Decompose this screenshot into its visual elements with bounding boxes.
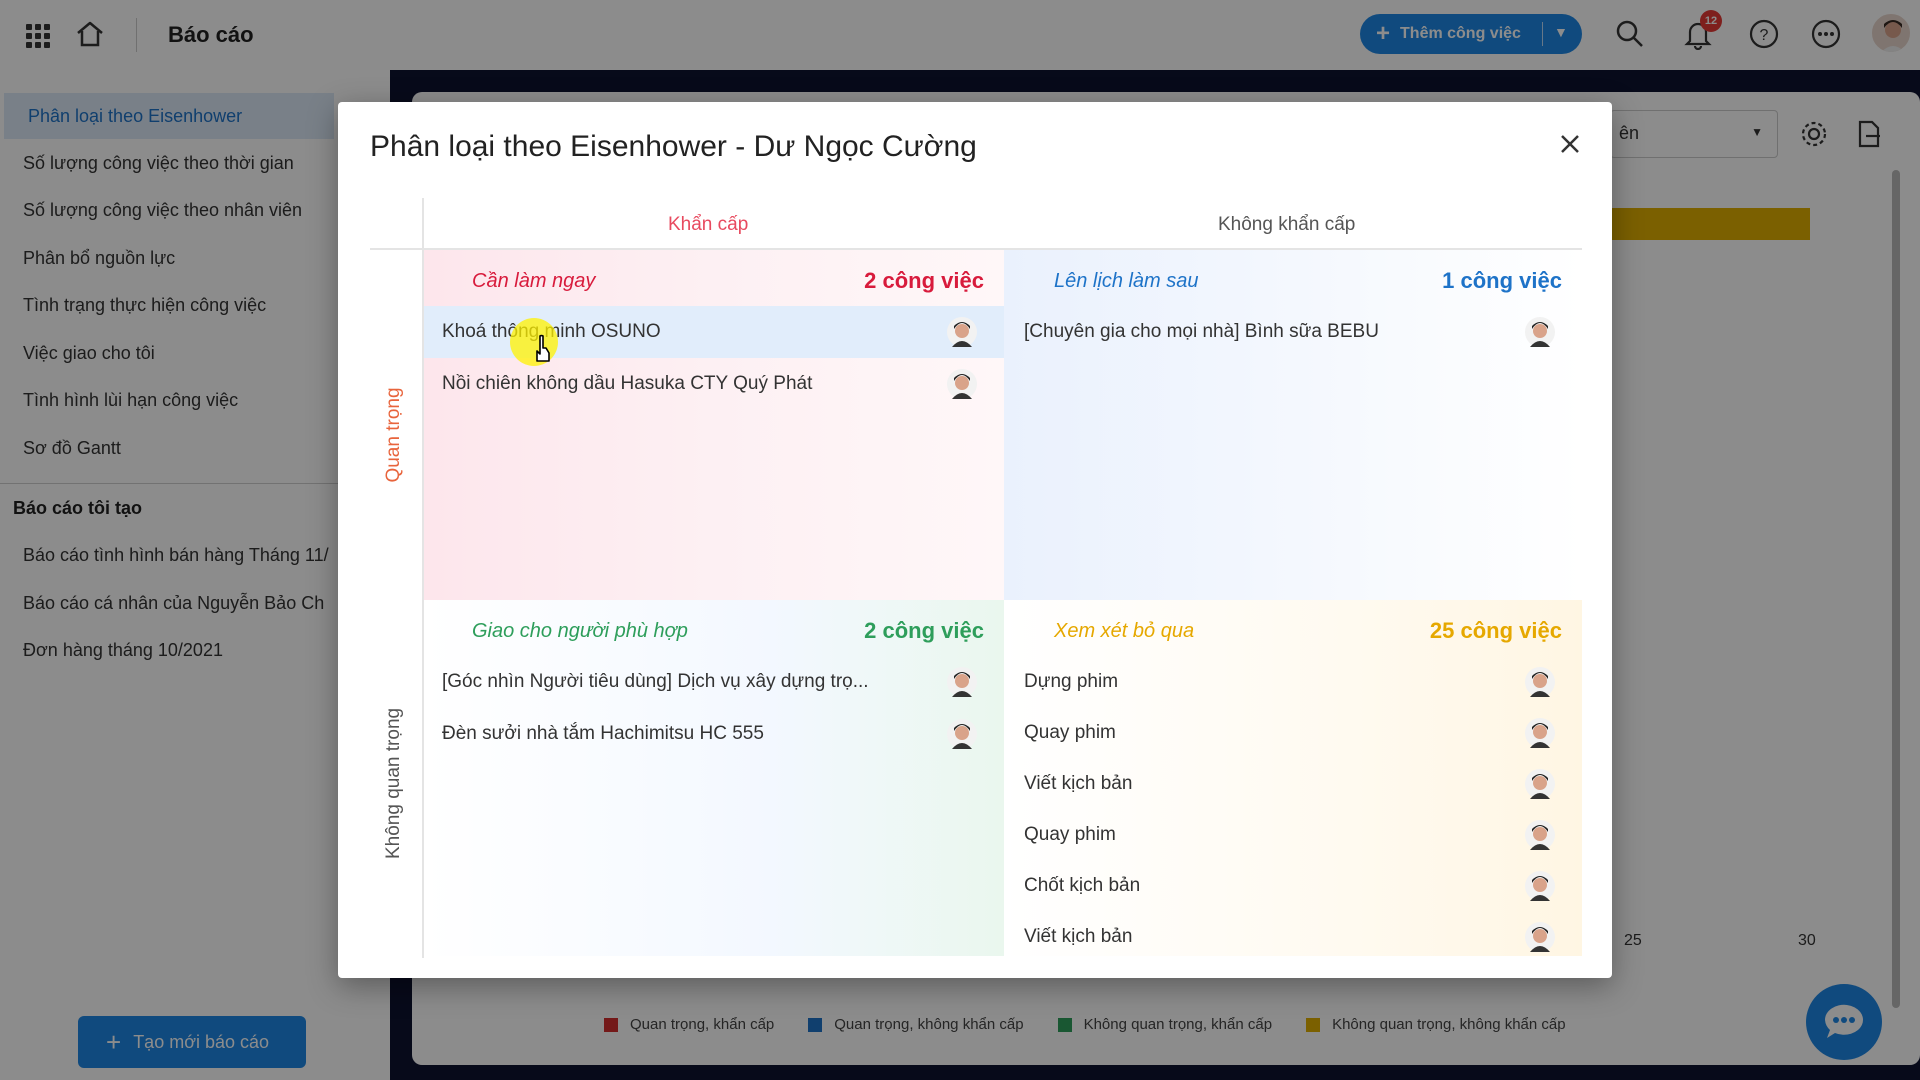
column-header-urgent: Khẩn cấp <box>668 214 749 235</box>
quadrant-schedule: Lên lịch làm sau 1 công việc [Chuyên gia… <box>1004 250 1582 600</box>
assignee-avatar <box>947 317 977 347</box>
quadrant-count: 2 công việc <box>864 268 984 293</box>
mouse-cursor-icon <box>510 318 558 366</box>
close-icon[interactable] <box>1554 128 1586 160</box>
task-item[interactable]: [Chuyên gia cho mọi nhà] Bình sữa BEBU <box>1004 306 1582 358</box>
assignee-avatar <box>1525 718 1555 748</box>
task-item[interactable]: Chốt kịch bản <box>1004 860 1582 912</box>
quadrant-delegate: Giao cho người phù hợp 2 công việc [Góc … <box>424 600 1004 956</box>
quadrant-name: Lên lịch làm sau <box>1054 270 1199 292</box>
task-item[interactable]: Dựng phim <box>1004 656 1582 708</box>
quadrant-count: 25 công việc <box>1429 618 1562 643</box>
assignee-avatar <box>947 369 977 399</box>
task-item[interactable]: Đèn sưởi nhà tắm Hachimitsu HC 555 <box>424 708 1004 760</box>
task-item[interactable]: Quay phim <box>1004 809 1582 861</box>
quadrant-count: 1 công việc <box>1442 268 1562 293</box>
quadrant-name: Xem xét bỏ qua <box>1054 620 1195 642</box>
assignee-avatar <box>947 667 977 697</box>
quadrant-eliminate: Xem xét bỏ qua 25 công việc Dựng phim Qu… <box>1004 600 1582 956</box>
assignee-avatar <box>1525 820 1555 850</box>
task-item[interactable]: [Góc nhìn Người tiêu dùng] Dịch vụ xây d… <box>424 656 1004 708</box>
task-title: [Góc nhìn Người tiêu dùng] Dịch vụ xây d… <box>442 671 869 692</box>
task-item[interactable]: Viết kịch bản <box>1004 911 1582 956</box>
assignee-avatar <box>1525 667 1555 697</box>
quadrant-count: 2 công việc <box>864 618 984 643</box>
row-header-not-important: Không quan trọng <box>383 707 404 859</box>
task-title: Đèn sưởi nhà tắm Hachimitsu HC 555 <box>442 723 764 744</box>
assignee-avatar <box>1525 922 1555 952</box>
column-header-not-urgent: Không khẩn cấp <box>1218 214 1356 235</box>
eisenhower-modal: Phân loại theo Eisenhower - Dư Ngọc Cườn… <box>338 102 1612 978</box>
assignee-avatar <box>947 719 977 749</box>
task-title: Nồi chiên không dầu Hasuka CTY Quý Phát <box>442 373 813 394</box>
task-title: Quay phim <box>1024 722 1116 743</box>
quadrant-name: Giao cho người phù hợp <box>472 620 688 642</box>
task-title: Dựng phim <box>1024 671 1119 692</box>
quadrant-name: Cần làm ngay <box>472 270 596 292</box>
task-title: Viết kịch bản <box>1024 926 1133 947</box>
quadrant-do-now: Cần làm ngay 2 công việc Khoá thông minh… <box>424 250 1004 600</box>
task-title: Chốt kịch bản <box>1024 875 1141 896</box>
task-item[interactable]: Quay phim <box>1004 707 1582 759</box>
assignee-avatar <box>1525 769 1555 799</box>
assignee-avatar <box>1525 317 1555 347</box>
task-title: [Chuyên gia cho mọi nhà] Bình sữa BEBU <box>1024 321 1379 342</box>
modal-title: Phân loại theo Eisenhower - Dư Ngọc Cườn… <box>370 130 977 163</box>
assignee-avatar <box>1525 871 1555 901</box>
task-title: Viết kịch bản <box>1024 773 1133 794</box>
task-title: Quay phim <box>1024 824 1116 845</box>
row-header-important: Quan trọng <box>383 387 404 483</box>
task-item[interactable]: Viết kịch bản <box>1004 758 1582 810</box>
